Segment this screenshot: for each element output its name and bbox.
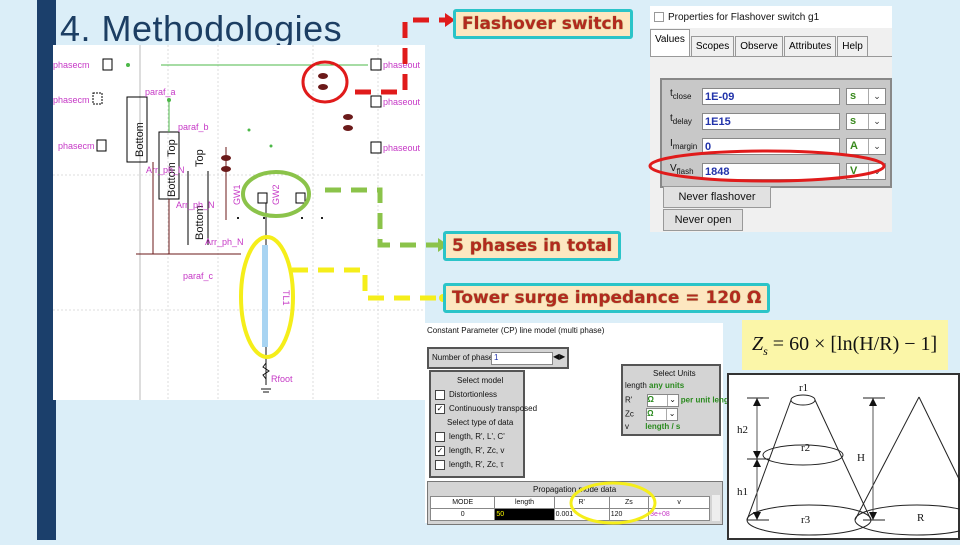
callout-phases: 5 phases in total: [443, 231, 622, 261]
checkbox-checked[interactable]: ✓: [435, 446, 445, 456]
h-label: H: [857, 452, 865, 464]
callout-flashover-switch: Flashover switch: [453, 9, 633, 39]
highlight-vflash-ellipse: [648, 149, 886, 183]
length-cell[interactable]: 50: [494, 508, 555, 521]
z-label: Zc: [625, 409, 634, 419]
checkbox-checked[interactable]: ✓: [435, 404, 445, 414]
checkbox[interactable]: [435, 460, 445, 470]
checkbox[interactable]: [435, 432, 445, 442]
option-label: length, R', L', C': [449, 432, 505, 442]
surge-impedance-formula: Zs = 60 × [ln(H/R) − 1]: [742, 320, 948, 370]
option-label: Continuously transposed: [449, 404, 538, 414]
v-note: length / s: [645, 422, 681, 431]
dialog-tabs: Values Scopes Observe Attributes Help: [650, 29, 892, 57]
r2-label: r2: [801, 442, 810, 454]
t-delay-input[interactable]: 1E15: [702, 113, 840, 130]
dialog-titlebar: Properties for Flashover switch g1: [650, 6, 892, 28]
chevron-down-icon[interactable]: ⌄: [666, 395, 678, 406]
phases-label: Number of phases: [432, 353, 498, 362]
z-unit-select[interactable]: Ω ⌄: [646, 408, 679, 421]
r-label: R: [917, 512, 925, 524]
formula-rhs: = 60 × [ln(H/R) − 1]: [772, 333, 938, 355]
r3-label: r3: [801, 514, 811, 526]
column-header: length: [494, 496, 555, 509]
r-label: R': [625, 395, 633, 405]
r1-label: r1: [799, 382, 808, 394]
t-delay-unit-select[interactable]: s ⌄: [846, 113, 886, 130]
distortionless-option[interactable]: Distortionless: [435, 390, 497, 400]
chevron-down-icon[interactable]: ⌄: [868, 114, 885, 129]
h1-label: h1: [737, 486, 748, 498]
formula-lhs-sub: s: [763, 344, 768, 358]
select-model-panel: Select model Distortionless ✓ Continuousl…: [429, 370, 537, 478]
t-close-input[interactable]: 1E-09: [702, 88, 840, 105]
data-option-rztau[interactable]: length, R', Zc, τ: [435, 460, 503, 470]
length-units: any units: [649, 381, 685, 390]
unit-value: s: [850, 90, 857, 102]
field-label-sub: delay: [672, 117, 692, 126]
highlight-zs-ellipse: [569, 481, 657, 525]
option-label: Distortionless: [449, 390, 498, 400]
select-model-heading: Select model: [457, 376, 504, 385]
phases-stepper-icon[interactable]: ◀▶: [553, 352, 565, 361]
data-option-rzv[interactable]: ✓ length, R', Zc, v: [435, 446, 504, 456]
tab-values[interactable]: Values: [650, 29, 690, 56]
tab-scopes[interactable]: Scopes: [690, 36, 735, 56]
tab-observe[interactable]: Observe: [735, 36, 783, 56]
unit-value: Ω: [647, 395, 654, 404]
formula-lhs: Z: [752, 333, 764, 355]
cone-figure: r1 r2 r3 h2 h1 H R: [737, 382, 960, 536]
chevron-down-icon[interactable]: ⌄: [666, 409, 677, 420]
option-label: length, R', Zc, v: [449, 446, 505, 456]
field-t-delay: tdelay 1E15 s ⌄: [662, 111, 890, 133]
tab-help[interactable]: Help: [837, 36, 868, 56]
table-scrollbar[interactable]: [712, 495, 720, 521]
chevron-down-icon[interactable]: ⌄: [868, 89, 885, 104]
tower-cone-diagram: r1 r2 r3 h2 h1 H R: [727, 373, 960, 540]
phases-input[interactable]: 1: [491, 352, 553, 365]
data-type-heading: Select type of data: [447, 418, 514, 427]
select-units-panel: Select Units length any units R' Ω ⌄ per …: [621, 364, 736, 436]
mode-cell[interactable]: 0: [429, 508, 496, 521]
flashover-properties-dialog: Properties for Flashover switch g1 Value…: [648, 6, 892, 232]
checkbox[interactable]: [435, 390, 445, 400]
data-option-rlc[interactable]: length, R', L', C': [435, 432, 505, 442]
option-label: length, R', Zc, τ: [449, 460, 504, 470]
dialog-title: Properties for Flashover switch g1: [668, 11, 820, 23]
r-unit-select[interactable]: Ω ⌄: [646, 394, 679, 407]
field-label-sub: close: [672, 92, 692, 101]
cp-dialog-title: Constant Parameter (CP) line model (mult…: [427, 326, 605, 335]
cp-line-model-dialog: Constant Parameter (CP) line model (mult…: [425, 323, 736, 525]
window-icon: [654, 12, 664, 22]
column-header: MODE: [429, 496, 496, 509]
t-close-unit-select[interactable]: s ⌄: [846, 88, 886, 105]
tab-attributes[interactable]: Attributes: [784, 36, 837, 56]
never-open-button[interactable]: Never open: [663, 209, 743, 231]
select-units-heading: Select Units: [653, 369, 696, 378]
unit-value: s: [850, 115, 857, 127]
v-label: v: [625, 422, 629, 431]
phases-field: Number of phases 1 ◀▶: [427, 347, 569, 369]
never-flashover-button[interactable]: Never flashover: [663, 186, 771, 208]
h2-label: h2: [737, 424, 748, 436]
transposed-option[interactable]: ✓ Continuously transposed: [435, 404, 537, 414]
field-t-close: tclose 1E-09 s ⌄: [662, 86, 890, 108]
length-label: length: [625, 381, 647, 390]
callout-tower-impedance: Tower surge impedance = 120 Ω: [443, 283, 771, 313]
unit-value: Ω: [647, 409, 654, 418]
